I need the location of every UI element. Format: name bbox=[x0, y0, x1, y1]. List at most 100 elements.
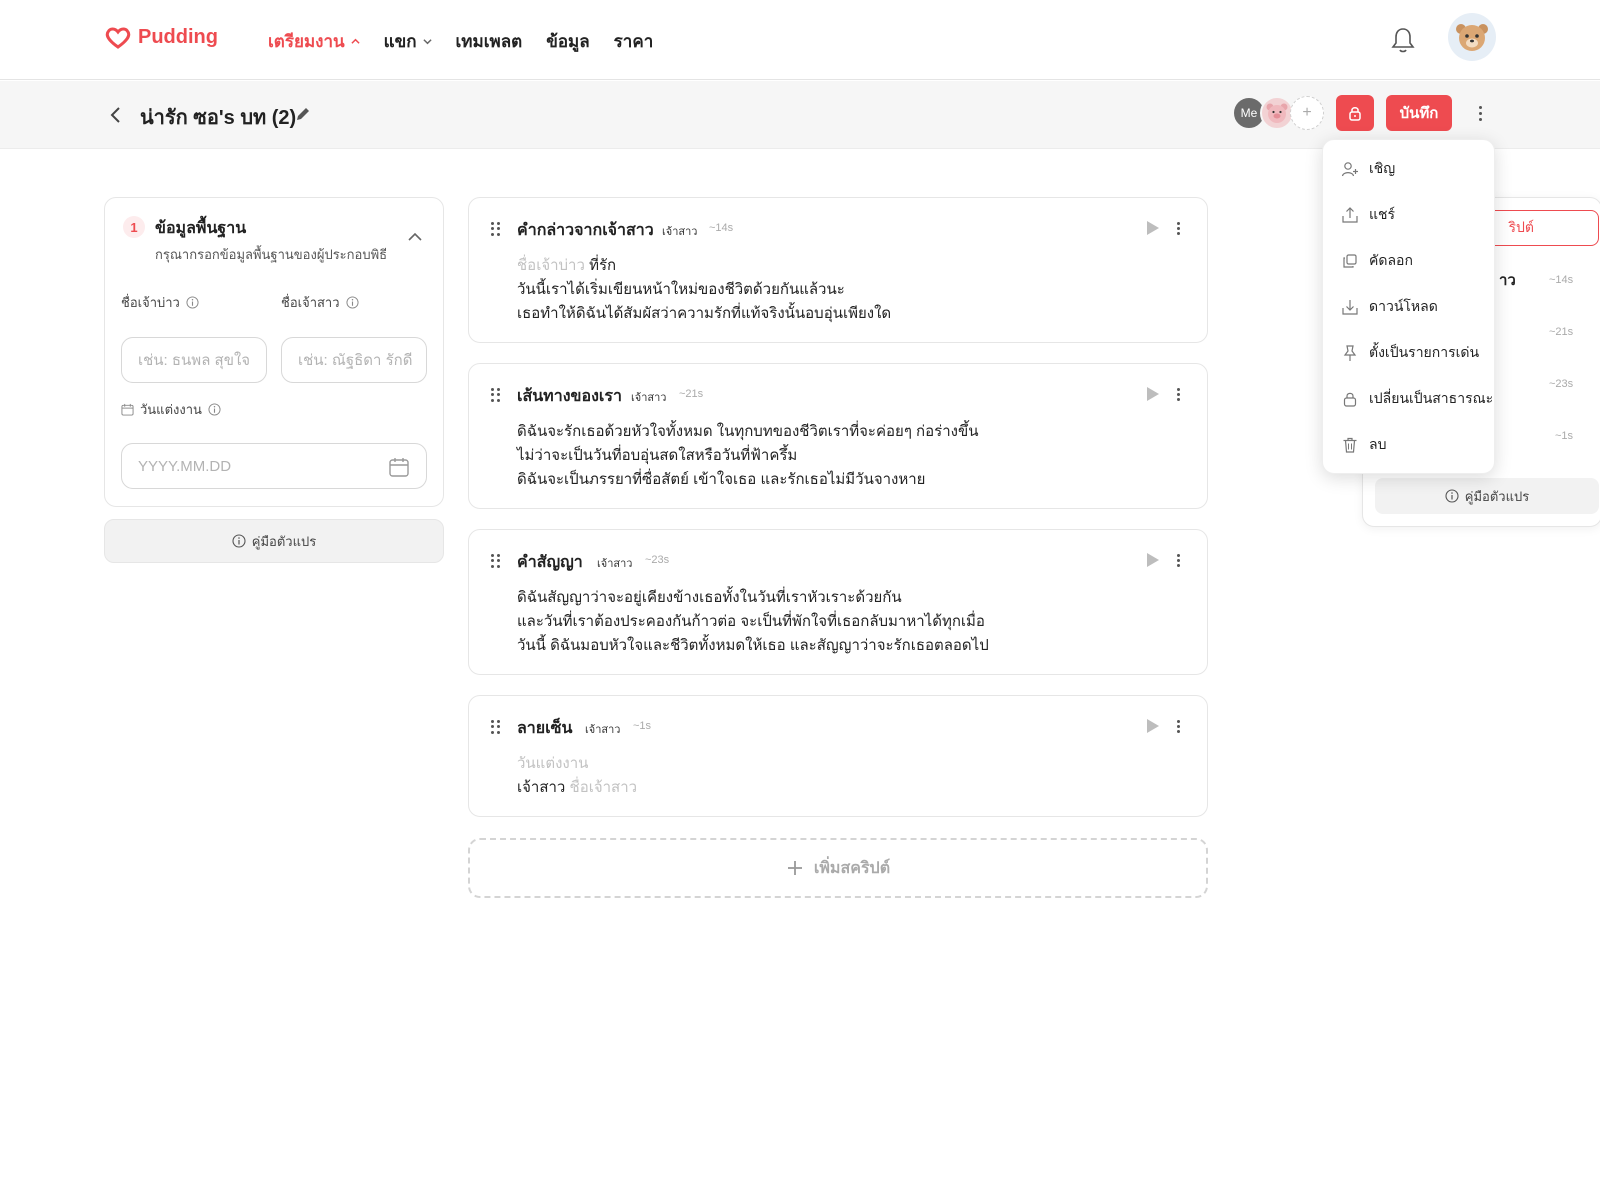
script-line: วันแต่งงาน bbox=[517, 752, 637, 776]
more-options-menu: เชิญ แชร์ คัดลอก ดาวน์โหลด ตั้งเป็นรายกา… bbox=[1322, 139, 1495, 474]
menu-label: แชร์ bbox=[1369, 206, 1396, 222]
drag-handle-icon[interactable] bbox=[491, 388, 501, 402]
script-title: ลายเซ็น bbox=[517, 720, 573, 737]
calendar-icon bbox=[121, 403, 134, 416]
outline-item[interactable]: าว bbox=[1499, 268, 1516, 292]
section-title: ข้อมูลพื้นฐาน bbox=[155, 220, 247, 237]
script-line: ดิฉันสัญญาว่าจะอยู่เคียงข้างเธอทั้งในวัน… bbox=[517, 589, 902, 606]
menu-item-copy[interactable]: คัดลอก bbox=[1341, 250, 1413, 272]
script-more-button[interactable] bbox=[1177, 388, 1180, 401]
play-icon[interactable] bbox=[1147, 387, 1159, 401]
bell-icon[interactable] bbox=[1390, 26, 1416, 54]
script-role: เจ้าสาว bbox=[585, 724, 621, 736]
add-script-button[interactable]: เพิ่มสคริปต์ bbox=[468, 838, 1208, 898]
script-body[interactable]: วันแต่งงาน เจ้าสาว ชื่อเจ้าสาว bbox=[517, 752, 637, 800]
guide-label: คู่มือตัวแปร bbox=[251, 533, 317, 549]
script-duration: ~21s bbox=[679, 388, 704, 400]
nav-item-pricing[interactable]: ราคา bbox=[614, 28, 654, 55]
outline-duration: ~14s bbox=[1549, 274, 1574, 286]
lock-icon bbox=[1343, 392, 1357, 407]
wedding-date-input[interactable]: YYYY.MM.DD bbox=[121, 443, 427, 489]
brand-logo[interactable]: Pudding bbox=[104, 26, 218, 49]
menu-label: เชิญ bbox=[1369, 160, 1396, 176]
script-duration: ~23s bbox=[645, 554, 670, 566]
script-role: เจ้าสาว bbox=[597, 558, 633, 570]
groom-name-label: ชื่อเจ้าบ่าว bbox=[121, 292, 199, 313]
collaborators: Me + bbox=[1232, 96, 1324, 130]
nav-label: เทมเพลต bbox=[455, 32, 523, 51]
nav-item-templates[interactable]: เทมเพลต bbox=[456, 28, 523, 55]
calendar-icon[interactable] bbox=[388, 456, 410, 478]
script-line: เธอทำให้ดิฉันได้สัมผัสว่าความรักที่แท้จร… bbox=[517, 305, 892, 322]
edit-pencil-icon[interactable] bbox=[294, 105, 312, 123]
wedding-date-label: วันแต่งงาน bbox=[121, 399, 221, 420]
brand-name: Pudding bbox=[138, 26, 218, 48]
nav-item-info[interactable]: ข้อมูล bbox=[546, 28, 589, 55]
script-role: เจ้าสาว bbox=[631, 392, 667, 404]
script-card[interactable]: คำสัญญา เจ้าสาว ~23s ดิฉันสัญญาว่าจะอยู่… bbox=[468, 529, 1208, 675]
menu-label: ลบ bbox=[1369, 436, 1387, 452]
step-number: 1 bbox=[123, 216, 145, 238]
groom-name-input[interactable]: เช่น: ธนพล สุขใจ bbox=[121, 337, 267, 383]
script-text: ที่รัก bbox=[584, 257, 617, 274]
script-more-button[interactable] bbox=[1177, 720, 1180, 733]
play-icon[interactable] bbox=[1147, 719, 1159, 733]
pin-icon bbox=[1343, 345, 1357, 361]
script-line: วันนี้ ดิฉันมอบหัวใจและชีวิตทั้งหมดให้เธ… bbox=[517, 637, 989, 654]
script-line: ดิฉันจะรักเธอด้วยหัวใจทั้งหมด ในทุกบทของ… bbox=[517, 423, 979, 440]
script-card[interactable]: คำกล่าวจากเจ้าสาว เจ้าสาว ~14s ชื่อเจ้าบ… bbox=[468, 197, 1208, 343]
user-avatar[interactable] bbox=[1448, 13, 1496, 61]
play-icon[interactable] bbox=[1147, 553, 1159, 567]
info-icon bbox=[1445, 489, 1459, 503]
variable-token: วันแต่งงาน bbox=[517, 755, 589, 772]
menu-item-invite[interactable]: เชิญ bbox=[1341, 158, 1395, 180]
nav-label: เตรียมงาน bbox=[268, 32, 345, 51]
bear-avatar-icon bbox=[1456, 24, 1488, 51]
script-line: และวันที่เราต้องประคองกันก้าวต่อ จะเป็นท… bbox=[517, 613, 985, 630]
label-text: ชื่อเจ้าสาว bbox=[281, 295, 340, 310]
label-text: วันแต่งงาน bbox=[140, 402, 202, 417]
bride-name-input[interactable]: เช่น: ณัฐธิดา รักดี bbox=[281, 337, 427, 383]
menu-item-make-public[interactable]: เปลี่ยนเป็นสาธารณะ bbox=[1341, 388, 1493, 410]
copy-icon bbox=[1343, 254, 1357, 268]
script-body[interactable]: ดิฉันจะรักเธอด้วยหัวใจทั้งหมด ในทุกบทของ… bbox=[517, 420, 978, 492]
outline-duration: ~23s bbox=[1549, 378, 1574, 390]
pig-avatar-icon bbox=[1266, 103, 1288, 123]
menu-label: คัดลอก bbox=[1369, 252, 1413, 268]
trash-icon bbox=[1343, 437, 1357, 453]
share-icon bbox=[1342, 207, 1358, 223]
info-icon[interactable] bbox=[186, 296, 199, 309]
info-icon[interactable] bbox=[345, 296, 359, 309]
collaborator-avatar[interactable] bbox=[1260, 96, 1294, 130]
script-title: คำสัญญา bbox=[517, 554, 583, 571]
script-more-button[interactable] bbox=[1177, 222, 1180, 235]
script-body[interactable]: ดิฉันสัญญาว่าจะอยู่เคียงข้างเธอทั้งในวัน… bbox=[517, 586, 989, 658]
add-collaborator-button[interactable]: + bbox=[1290, 96, 1324, 130]
script-more-button[interactable] bbox=[1177, 554, 1180, 567]
nav-item-preparation[interactable]: เตรียมงาน bbox=[268, 28, 360, 55]
chevron-up-icon[interactable] bbox=[407, 232, 423, 242]
download-icon bbox=[1342, 300, 1358, 315]
drag-handle-icon[interactable] bbox=[491, 222, 501, 236]
save-button[interactable]: บันทึก bbox=[1386, 95, 1452, 131]
play-icon[interactable] bbox=[1147, 221, 1159, 235]
chevron-up-icon bbox=[351, 38, 360, 44]
drag-handle-icon[interactable] bbox=[491, 554, 501, 568]
script-body[interactable]: ชื่อเจ้าบ่าว ที่รัก วันนี้เราได้เริ่มเขี… bbox=[517, 254, 891, 326]
variable-guide-button[interactable]: คู่มือตัวแปร bbox=[104, 519, 444, 563]
menu-item-download[interactable]: ดาวน์โหลด bbox=[1341, 296, 1438, 318]
info-icon[interactable] bbox=[208, 403, 221, 416]
variable-guide-button[interactable]: คู่มือตัวแปร bbox=[1375, 478, 1599, 514]
menu-item-share[interactable]: แชร์ bbox=[1341, 204, 1395, 226]
back-arrow-icon[interactable] bbox=[108, 103, 124, 127]
menu-item-delete[interactable]: ลบ bbox=[1341, 434, 1386, 456]
invite-user-icon bbox=[1341, 162, 1358, 177]
menu-label: ดาวน์โหลด bbox=[1369, 298, 1438, 314]
privacy-lock-button[interactable] bbox=[1336, 95, 1374, 131]
more-options-button[interactable] bbox=[1470, 101, 1490, 125]
script-card[interactable]: เส้นทางของเรา เจ้าสาว ~21s ดิฉันจะรักเธอ… bbox=[468, 363, 1208, 509]
nav-item-guests[interactable]: แขก bbox=[384, 28, 432, 55]
script-card[interactable]: ลายเซ็น เจ้าสาว ~1s วันแต่งงาน เจ้าสาว ช… bbox=[468, 695, 1208, 817]
drag-handle-icon[interactable] bbox=[491, 720, 501, 734]
menu-item-pin[interactable]: ตั้งเป็นรายการเด่น bbox=[1341, 342, 1479, 364]
